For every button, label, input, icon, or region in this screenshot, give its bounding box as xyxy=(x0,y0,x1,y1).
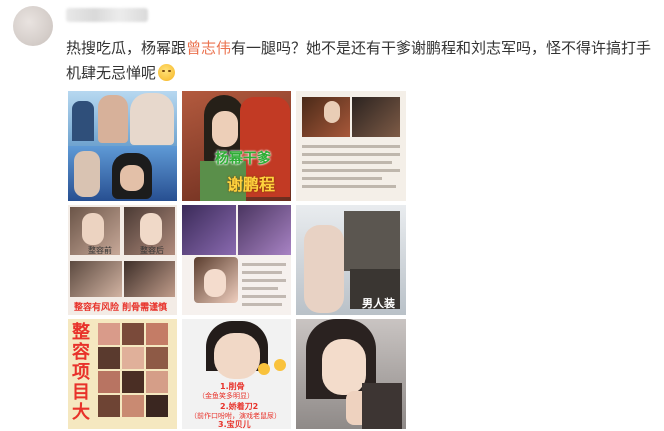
image-caption: 男人装 xyxy=(362,297,395,310)
smirk-emoji-icon xyxy=(158,64,176,81)
image-caption: 整容前 xyxy=(88,246,112,255)
image-caption: 整容后 xyxy=(140,246,164,255)
image-caption: 3.宝贝儿 xyxy=(218,420,251,429)
image-caption: （金鱼笑多明显） xyxy=(198,392,254,400)
mention-link[interactable]: 曾志伟 xyxy=(186,39,231,57)
image-caption: 整容有风险 削骨需谨慎 xyxy=(74,303,168,313)
post-text-part1: 热搜吃瓜，杨幂跟 xyxy=(66,39,187,57)
image-caption: 整容项目大 xyxy=(72,322,90,423)
post-image-4[interactable]: 整容前 整容后 整容有风险 削骨需谨慎 xyxy=(68,205,177,315)
post-image-8[interactable]: 1.削骨 （金鱼笑多明显） 2.娇着刀2 （前作口吩咐，演戏老鼠尿） 3.宝贝儿 xyxy=(182,319,291,429)
post-image-6[interactable]: 男人装 xyxy=(296,205,406,315)
user-avatar[interactable] xyxy=(13,6,53,46)
post-text: 热搜吃瓜，杨幂跟曾志伟有一腿吗？她不是还有干爹谢鹏程和刘志军吗，怪不得许搞打手机… xyxy=(66,36,654,86)
post-image-2[interactable]: 杨幂干爹 谢鹏程 xyxy=(182,91,291,201)
post-image-5[interactable] xyxy=(182,205,291,315)
post-image-9[interactable] xyxy=(296,319,406,429)
post-image-7[interactable]: 整容项目大 xyxy=(68,319,177,429)
weibo-post: 热搜吃瓜，杨幂跟曾志伟有一腿吗？她不是还有干爹谢鹏程和刘志军吗，怪不得许搞打手机… xyxy=(0,0,664,431)
username-redacted[interactable] xyxy=(66,8,148,22)
post-image-1[interactable] xyxy=(68,91,177,201)
post-image-3[interactable] xyxy=(296,91,406,201)
image-caption: 谢鹏程 xyxy=(227,175,276,194)
image-caption: 杨幂干爹 xyxy=(215,151,271,167)
